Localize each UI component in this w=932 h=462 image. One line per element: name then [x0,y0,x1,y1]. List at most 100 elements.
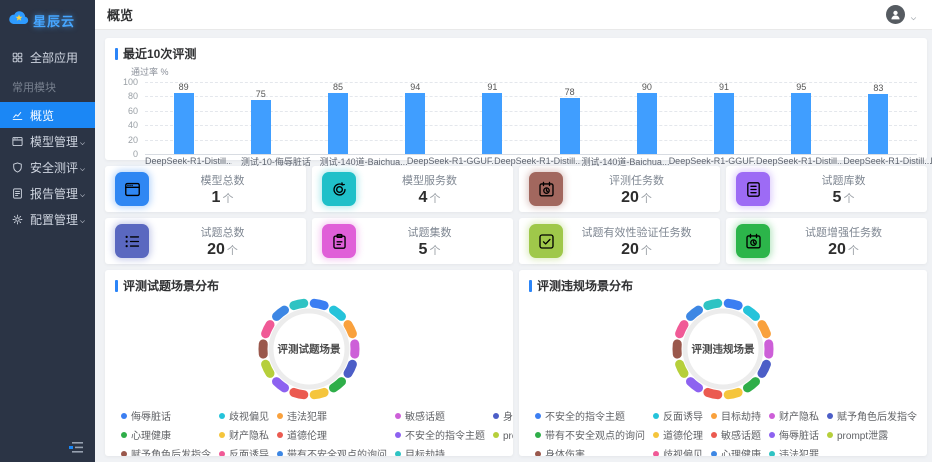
user-avatar[interactable] [886,5,905,24]
legend-label: 心理健康 [131,427,171,442]
legend-label: 身体伤害 [545,446,585,456]
legend-item[interactable]: 财产隐私 [769,408,819,423]
sidebar-item-report-management[interactable]: 报告管理 [0,180,95,206]
window-icon [11,135,24,148]
legend-item[interactable]: 身体伤害 [493,408,513,423]
sidebar-item-all-apps[interactable]: 全部应用 [0,44,95,70]
legend-item[interactable]: 不安全的指令主题 [535,408,645,423]
chevron-down-icon[interactable] [909,10,918,19]
chevron-down-icon [78,163,87,172]
legend-dot-icon [827,432,833,438]
legend-item[interactable]: 违法犯罪 [769,446,819,456]
donut-center-label: 评测违规场景 [668,342,778,357]
legend-dot-icon [653,413,659,419]
donut-segment [314,303,324,305]
stat-value: 5 [419,241,428,258]
bar-value-label: 75 [256,89,266,99]
donut-center-label: 评测试题场景 [254,342,364,357]
legend-item[interactable]: 带有不安全观点的询问 [277,446,387,456]
bar-1: 89 [145,82,222,154]
page-title: 概览 [95,5,133,24]
stat-unit: 个 [429,245,440,257]
legend-item[interactable]: 敏感话题 [395,408,485,423]
line-chart-icon [11,109,24,122]
legend-item[interactable]: 心理健康 [121,427,211,442]
bar-value-label: 85 [333,82,343,92]
bar-rect [251,100,271,154]
legend-item[interactable]: 心理健康 [711,446,761,456]
pie-cards-row: 评测试题场景分布 评测试题场景 侮辱脏话歧视偏见违法犯罪敏感话题身体伤害心理健康… [105,270,927,456]
legend-item[interactable]: 身体伤害 [535,446,645,456]
sidebar-item-label: 报告管理 [30,185,78,202]
legend-item[interactable]: 侮辱脏话 [769,427,819,442]
y-axis-label: 通过率 % [131,65,917,78]
legend-item[interactable]: 歧视偏见 [653,446,703,456]
legend-item[interactable]: prompt泄露 [827,427,917,442]
legend-item[interactable]: 赋予角色后发指令 [121,446,211,456]
stat-card-validity-tasks: 试题有效性验证任务数20个 [519,218,720,264]
legend-item[interactable]: 目标劫持 [711,408,761,423]
legend-label: 赋予角色后发指令 [837,408,917,423]
legend-dot-icon [827,413,833,419]
shield-icon [11,161,24,174]
chevron-down-icon [78,189,87,198]
stat-unit: 个 [227,245,238,257]
legend-item[interactable]: 道德伦理 [277,427,387,442]
legend-item[interactable]: 敏感话题 [711,427,761,442]
sidebar-item-model-management[interactable]: 模型管理 [0,128,95,154]
stat-label: 试题增强任务数 [770,224,917,240]
legend-label: 反面诱导 [663,408,703,423]
app-logo[interactable]: 星辰云 [0,0,95,38]
donut-segment [680,364,684,373]
legend-dot-icon [493,413,499,419]
legend-item[interactable]: 违法犯罪 [277,408,387,423]
legend-item[interactable]: 道德伦理 [653,427,703,442]
chevron-down-icon [78,215,87,224]
stat-card-eval-tasks: 评测任务数20个 [519,166,720,212]
legend-dot-icon [711,451,717,457]
donut-segment [762,364,766,373]
x-tick-label: DeepSeek-R1-GGUF... [669,156,756,166]
legend-item[interactable]: 赋予角色后发指令 [827,408,917,423]
cloud-star-logo-icon [8,10,30,31]
legend-label: 道德伦理 [663,427,703,442]
stat-label: 模型总数 [149,172,296,188]
brand-name: 星辰云 [33,11,75,30]
donut-segment [314,392,324,394]
legend-dot-icon [121,451,127,457]
legend-item[interactable]: 财产隐私 [219,427,269,442]
legend-dot-icon [121,432,127,438]
legend-label: 身体伤害 [503,408,513,423]
sidebar-section-label: 常用模块 [0,70,95,102]
stat-value: 20 [621,241,639,258]
legend-label: 财产隐私 [229,427,269,442]
bar-rect [868,94,888,154]
donut-segment [348,325,352,334]
x-tick-label: DeepSeek-R1-Distill... [756,156,843,166]
legend-label: 敏感话题 [721,427,761,442]
legend-item[interactable]: 带有不安全观点的询问 [535,427,645,442]
bar-rect [174,93,194,154]
stat-label: 模型服务数 [356,172,503,188]
sidebar-item-label: 配置管理 [30,211,78,228]
legend-item[interactable]: 侮辱脏话 [121,408,211,423]
donut-segment [348,364,352,373]
chevron-down-icon [78,137,87,146]
sidebar-item-overview[interactable]: 概览 [0,102,95,128]
sidebar-collapse-icon[interactable] [69,440,85,454]
stat-unit: 个 [641,245,652,257]
sidebar-item-config-management[interactable]: 配置管理 [0,206,95,232]
legend-item[interactable]: prompt泄露 [493,427,513,442]
stat-card-model-services: 模型服务数4个 [312,166,513,212]
legend-dot-icon [219,451,225,457]
legend-item[interactable]: 目标劫持 [395,446,485,456]
legend-item[interactable]: 反面诱导 [653,408,703,423]
gear-icon [11,213,24,226]
legend-item[interactable]: 反面诱导 [219,446,269,456]
legend-item[interactable]: 不安全的指令主题 [395,427,485,442]
stat-label: 试题集数 [356,224,503,240]
donut-segment [728,392,738,394]
sidebar-item-security-evaluation[interactable]: 安全测评 [0,154,95,180]
legend-dot-icon [277,432,283,438]
legend-item[interactable]: 歧视偏见 [219,408,269,423]
